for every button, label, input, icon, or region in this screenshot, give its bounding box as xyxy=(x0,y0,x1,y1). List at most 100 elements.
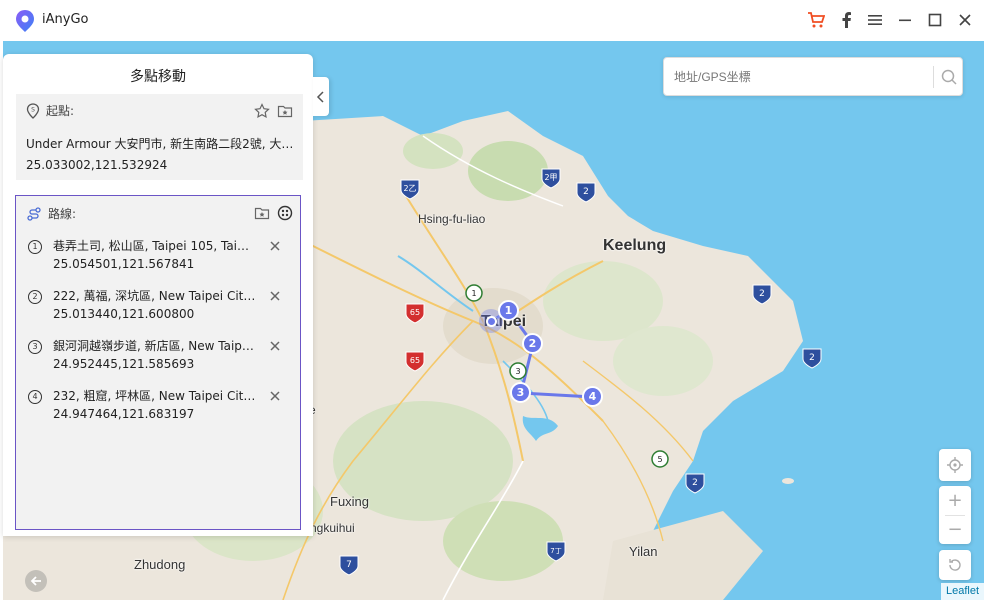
crosshair-icon xyxy=(947,457,963,473)
route-item[interactable]: 1 巷弄土司, 松山區, Taipei 105, Taiwan 25.05450… xyxy=(16,237,300,283)
minimize-icon xyxy=(899,19,911,22)
star-icon xyxy=(254,103,270,119)
save-route-button[interactable] xyxy=(253,204,271,222)
cart-icon xyxy=(808,12,825,28)
leaflet-attribution-link[interactable]: Leaflet xyxy=(941,583,984,600)
route-icon xyxy=(27,206,41,221)
route-marker-2[interactable]: 2 xyxy=(522,333,543,354)
dice-icon xyxy=(277,205,293,221)
start-point-section: S 起點: Under Armour 大安門市, 新生南路二段2號, 大安區, … xyxy=(16,94,303,180)
svg-text:S: S xyxy=(31,106,35,113)
shield-label: 7丁 xyxy=(550,547,561,555)
search-divider xyxy=(933,66,934,88)
route-item-number: 2 xyxy=(28,290,42,304)
flower-shield-icon: 1 xyxy=(465,284,483,302)
close-button[interactable] xyxy=(955,10,975,30)
map-label-keelung: Keelung xyxy=(603,237,667,254)
route-item-address: 銀河洞越嶺步道, 新店區, New Taipei City xyxy=(53,339,258,353)
menu-icon xyxy=(868,15,882,25)
start-address: Under Armour 大安門市, 新生南路二段2號, 大安區, Taipei xyxy=(26,137,294,151)
map-label-gkuihui: ngkuihui xyxy=(310,521,355,535)
minimize-button[interactable] xyxy=(895,10,915,30)
folder-star-icon xyxy=(254,207,270,220)
shield-label: 3 xyxy=(515,367,520,376)
collapse-panel-button[interactable] xyxy=(313,77,329,116)
map-label-hsing-fu-liao: Hsing-fu-liao xyxy=(418,212,486,226)
remove-icon[interactable] xyxy=(268,389,282,403)
remove-icon[interactable] xyxy=(268,339,282,353)
shield-icon: 2 xyxy=(576,182,596,203)
route-marker-label: 3 xyxy=(516,386,525,399)
route-marker-4[interactable]: 4 xyxy=(582,386,603,407)
remove-icon[interactable] xyxy=(268,239,282,253)
start-point-label: 起點: xyxy=(46,104,75,118)
route-item-number: 1 xyxy=(28,240,42,254)
chevron-left-icon xyxy=(316,90,324,103)
shield-icon: 2 xyxy=(685,473,705,494)
zoom-controls: + − xyxy=(939,486,971,544)
pin-logo-icon xyxy=(16,10,34,32)
menu-button[interactable] xyxy=(865,10,885,30)
shield-label: 2 xyxy=(692,478,698,488)
route-item-coordinates: 24.952445,121.585693 xyxy=(53,357,195,371)
shield-label: 2 xyxy=(759,289,765,299)
address-search-box xyxy=(663,57,963,96)
route-item-number: 4 xyxy=(28,390,42,404)
search-icon xyxy=(941,69,957,85)
route-marker-1[interactable]: 1 xyxy=(498,300,519,321)
map-label-zhudong: Zhudong xyxy=(134,557,186,572)
reset-button[interactable] xyxy=(939,550,971,580)
route-item-address: 巷弄土司, 松山區, Taipei 105, Taiwan xyxy=(53,239,258,253)
app-name: iAnyGo xyxy=(42,12,89,27)
route-item-address: 222, 萬福, 深坑區, New Taipei City, Taiwan xyxy=(53,289,258,303)
favorite-button[interactable] xyxy=(253,102,271,120)
shield-icon: 65 xyxy=(405,303,425,324)
maximize-icon xyxy=(928,13,942,27)
shield-label: 7 xyxy=(346,560,352,570)
facebook-button[interactable] xyxy=(836,10,856,30)
zoom-in-button[interactable]: + xyxy=(939,486,971,515)
route-item-coordinates: 24.947464,121.683197 xyxy=(53,407,195,421)
remove-icon[interactable] xyxy=(268,289,282,303)
route-marker-label: 1 xyxy=(504,304,513,317)
shield-label: 65 xyxy=(410,356,420,365)
shield-icon: 2乙 xyxy=(400,179,420,200)
arrow-left-icon xyxy=(30,576,41,586)
map-label-fuxing: Fuxing xyxy=(330,494,370,509)
locate-button[interactable] xyxy=(939,449,971,481)
multi-point-panel: 多點移動 S 起點: Under Armour 大安門市, 新生南路二段2號, … xyxy=(3,54,313,536)
shield-label: 2 xyxy=(583,187,589,197)
shield-label: 2 xyxy=(809,353,815,363)
start-point-header: S 起點: xyxy=(26,102,74,119)
saved-locations-button[interactable] xyxy=(276,102,294,120)
route-section: 路線: 1 巷弄土司, 松山區, Taipei 105, Taiwan 25.0… xyxy=(15,195,301,530)
route-item[interactable]: 4 232, 粗窟, 坪林區, New Taipei City, Taiwan … xyxy=(16,387,300,433)
flower-shield-icon: 3 xyxy=(509,362,527,380)
route-item-address: 232, 粗窟, 坪林區, New Taipei City, Taiwan xyxy=(53,389,258,403)
folder-star-icon xyxy=(277,105,293,118)
start-coordinates: 25.033002,121.532924 xyxy=(26,158,168,172)
route-marker-3[interactable]: 3 xyxy=(510,382,531,403)
route-marker-label: 2 xyxy=(528,337,537,350)
route-item[interactable]: 3 銀河洞越嶺步道, 新店區, New Taipei City 24.95244… xyxy=(16,337,300,383)
route-settings-button[interactable] xyxy=(276,204,294,222)
route-item-number: 3 xyxy=(28,340,42,354)
zoom-out-button[interactable]: − xyxy=(939,515,971,544)
title-bar: iAnyGo xyxy=(0,0,984,41)
shield-label: 5 xyxy=(657,455,662,464)
facebook-icon xyxy=(842,12,851,28)
search-input[interactable] xyxy=(674,66,924,88)
shield-label: 2甲 xyxy=(544,173,557,182)
route-marker-label: 4 xyxy=(588,390,597,403)
shield-icon: 2甲 xyxy=(541,168,561,189)
cart-button[interactable] xyxy=(806,10,826,30)
map-label-yilan: Yilan xyxy=(629,544,658,559)
route-item[interactable]: 2 222, 萬福, 深坑區, New Taipei City, Taiwan … xyxy=(16,287,300,333)
close-icon xyxy=(959,14,971,26)
search-button[interactable] xyxy=(938,66,960,88)
maximize-button[interactable] xyxy=(925,10,945,30)
refresh-icon xyxy=(949,559,961,571)
start-pin-icon: S xyxy=(26,102,40,119)
back-button[interactable] xyxy=(25,570,47,592)
shield-icon: 2 xyxy=(802,348,822,369)
